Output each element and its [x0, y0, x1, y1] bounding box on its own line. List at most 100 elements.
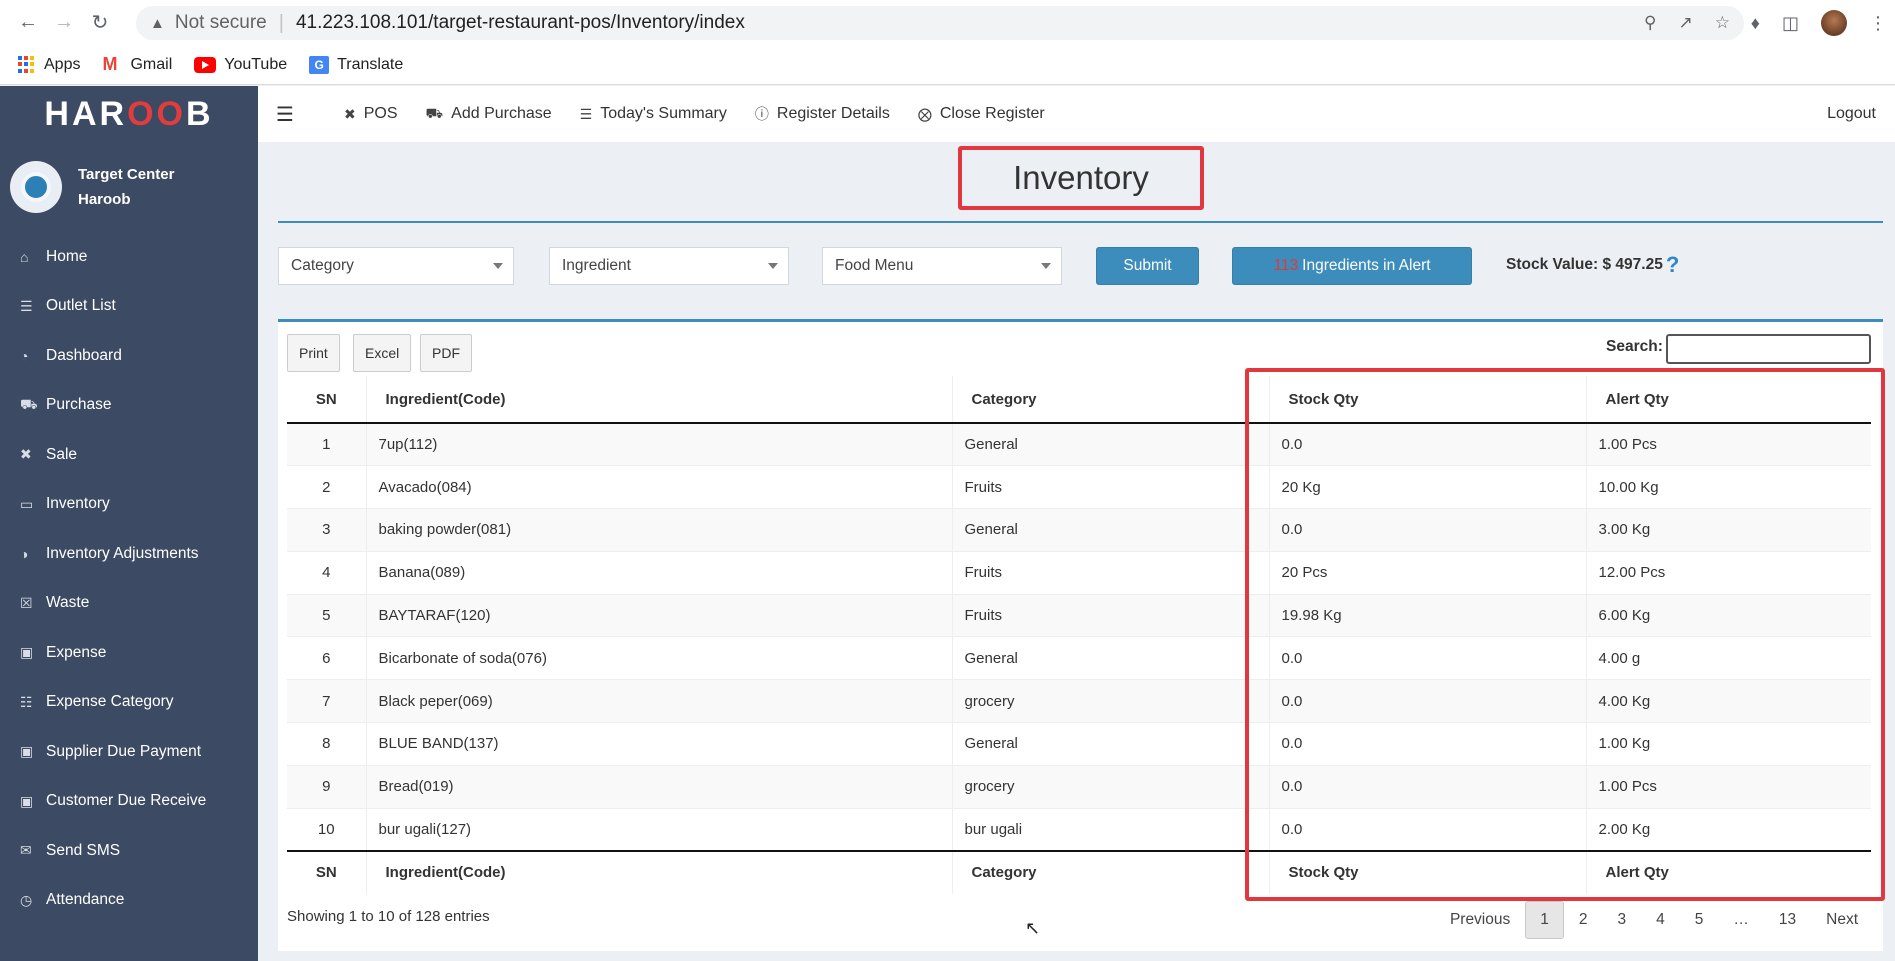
- bookmark-gmail[interactable]: M Gmail: [102, 55, 172, 74]
- cell-sn: 8: [287, 722, 366, 766]
- money-icon: ▣: [20, 743, 34, 760]
- list-alt-icon: ☷: [20, 693, 33, 710]
- pdf-button[interactable]: PDF: [420, 334, 472, 372]
- page-title: Inventory: [958, 146, 1204, 210]
- sidebar-item-inventory-adjustments[interactable]: ◑ Inventory Adjustments: [0, 529, 258, 579]
- profile-avatar[interactable]: [1821, 10, 1847, 36]
- page-button-13[interactable]: 13: [1764, 901, 1811, 939]
- sidebar-item-customer-due-receive[interactable]: ▣ Customer Due Receive: [0, 777, 258, 827]
- sidebar-item-supplier-due-payment[interactable]: ▣ Supplier Due Payment: [0, 727, 258, 777]
- page-button-3[interactable]: 3: [1603, 901, 1642, 939]
- cell-sn: 1: [287, 422, 366, 466]
- sidebar-item-sale[interactable]: ✖ Sale: [0, 430, 258, 480]
- cell-category: General: [951, 636, 1269, 680]
- cell-ingredient: Black peper(069): [365, 679, 952, 723]
- sidebar-item-dashboard[interactable]: ◔ Dashboard: [0, 331, 258, 381]
- cell-category: bur ugali: [951, 807, 1269, 851]
- logout-link[interactable]: Logout: [1827, 105, 1876, 123]
- nav-register-details[interactable]: ⓘ Register Details: [755, 104, 890, 124]
- zoom-icon[interactable]: ⚲: [1644, 13, 1656, 33]
- back-arrow-icon[interactable]: ←: [10, 5, 46, 41]
- column-footer-ingredient: Ingredient(Code): [365, 849, 952, 894]
- dashboard-icon: ◔: [20, 347, 29, 364]
- app-logo[interactable]: HAR OO B: [0, 86, 258, 142]
- trash-icon: ☒: [20, 594, 33, 611]
- page-button-4[interactable]: 4: [1641, 901, 1680, 939]
- sidebar-item-label: Attendance: [46, 891, 125, 909]
- sidebar-item-waste[interactable]: ☒ Waste: [0, 579, 258, 629]
- sidebar-item-outlet-list[interactable]: ☰ Outlet List: [0, 282, 258, 332]
- sidebar-item-label: Sale: [46, 445, 78, 463]
- apps-grid-icon: [18, 55, 36, 74]
- bookmark-youtube[interactable]: YouTube: [194, 56, 287, 74]
- previous-page-button[interactable]: Previous: [1435, 901, 1525, 939]
- stock-value-text: Stock Value: $ 497.25: [1506, 256, 1663, 273]
- times-circle-icon: ⨂: [917, 105, 932, 122]
- submit-button[interactable]: Submit: [1096, 247, 1199, 285]
- url-text[interactable]: 41.223.108.101/target-restaurant-pos/Inv…: [296, 12, 745, 34]
- ingredients-alert-button[interactable]: 113 Ingredients in Alert: [1232, 247, 1472, 285]
- cell-stock-qty: 0.0: [1268, 636, 1586, 680]
- nav-pos[interactable]: ✖ POS: [344, 105, 398, 123]
- nav-label: Today's Summary: [600, 105, 727, 122]
- truck-icon: ⛟: [20, 395, 38, 412]
- bookmark-apps[interactable]: Apps: [18, 55, 80, 74]
- sidebar-item-send-sms[interactable]: ✉ Send SMS: [0, 826, 258, 876]
- nav-todays-summary[interactable]: ☰ Today's Summary: [580, 105, 727, 123]
- page-button-2[interactable]: 2: [1564, 901, 1603, 939]
- table-row: 7 Black peper(069) grocery 0.0 4.00 Kg: [287, 679, 1871, 723]
- cell-alert-qty: 10.00 Kg: [1585, 465, 1871, 509]
- company-name: Haroob: [78, 191, 131, 208]
- sidebar-item-label: Outlet List: [46, 297, 116, 315]
- page-button-5[interactable]: 5: [1680, 901, 1719, 939]
- page-button-1[interactable]: 1: [1525, 901, 1564, 939]
- sidebar-item-purchase[interactable]: ⛟ Purchase: [0, 381, 258, 431]
- cell-alert-qty: 1.00 Pcs: [1585, 764, 1871, 809]
- forward-arrow-icon[interactable]: →: [46, 5, 82, 41]
- ingredient-select[interactable]: Ingredient: [549, 247, 789, 285]
- cell-ingredient: BAYTARAF(120): [365, 593, 952, 637]
- cell-stock-qty: 0.0: [1268, 679, 1586, 723]
- column-header-sn[interactable]: SN: [287, 376, 366, 424]
- nav-label: POS: [363, 105, 398, 122]
- sidebar-item-home[interactable]: ⌂ Home: [0, 232, 258, 282]
- hamburger-menu-icon[interactable]: ☰: [276, 102, 316, 127]
- cell-ingredient: Banana(089): [365, 550, 952, 595]
- column-header-stock-qty[interactable]: Stock Qty: [1268, 376, 1586, 424]
- sidebar: HAR OO B Target Center Haroob ⌂ Home ☰ Outlet…: [0, 86, 258, 961]
- sidebar-item-expense-category[interactable]: ☷ Expense Category: [0, 678, 258, 728]
- nav-add-purchase[interactable]: ⛟ Add Purchase: [426, 105, 552, 124]
- column-header-category[interactable]: Category: [951, 376, 1269, 424]
- sidebar-item-attendance[interactable]: ◷ Attendance: [0, 876, 258, 926]
- bookmarks-bar: Apps M Gmail YouTube G Translate: [0, 45, 1895, 85]
- warning-icon: ▲: [150, 14, 165, 32]
- column-header-alert-qty[interactable]: Alert Qty: [1585, 376, 1871, 424]
- table-row: 2 Avacado(084) Fruits 20 Kg 10.00 Kg: [287, 465, 1871, 509]
- address-bar[interactable]: ▲ Not secure | 41.223.108.101/target-res…: [136, 6, 1744, 40]
- sidebar-item-inventory[interactable]: ▭ Inventory: [0, 480, 258, 530]
- print-button[interactable]: Print: [287, 334, 340, 372]
- clock-icon: ◷: [20, 891, 33, 908]
- bookmark-star-icon[interactable]: ☆: [1715, 13, 1730, 33]
- sidebar-item-label: Supplier Due Payment: [46, 742, 202, 760]
- cell-stock-qty: 0.0: [1268, 807, 1586, 851]
- cell-sn: 3: [287, 508, 366, 552]
- nav-close-register[interactable]: ⨂ Close Register: [918, 105, 1045, 123]
- extensions-puzzle-icon[interactable]: ♦: [1751, 13, 1760, 34]
- browser-menu-icon[interactable]: ⋮: [1869, 13, 1887, 34]
- reload-icon[interactable]: ↻: [82, 5, 118, 41]
- question-icon[interactable]: ?: [1666, 254, 1679, 276]
- side-panel-icon[interactable]: ◫: [1782, 13, 1799, 34]
- next-page-button[interactable]: Next: [1811, 901, 1873, 939]
- excel-button[interactable]: Excel: [353, 334, 412, 372]
- food-menu-select[interactable]: Food Menu: [822, 247, 1062, 285]
- search-input[interactable]: [1666, 334, 1871, 364]
- category-select[interactable]: Category: [278, 247, 514, 285]
- cell-stock-qty: 0.0: [1268, 764, 1586, 809]
- share-icon[interactable]: ↗: [1679, 13, 1693, 33]
- column-header-ingredient[interactable]: Ingredient(Code): [365, 376, 952, 424]
- cell-sn: 10: [287, 807, 366, 851]
- cell-alert-qty: 12.00 Pcs: [1585, 550, 1871, 595]
- bookmark-translate[interactable]: G Translate: [309, 55, 403, 74]
- sidebar-item-expense[interactable]: ▣ Expense: [0, 628, 258, 678]
